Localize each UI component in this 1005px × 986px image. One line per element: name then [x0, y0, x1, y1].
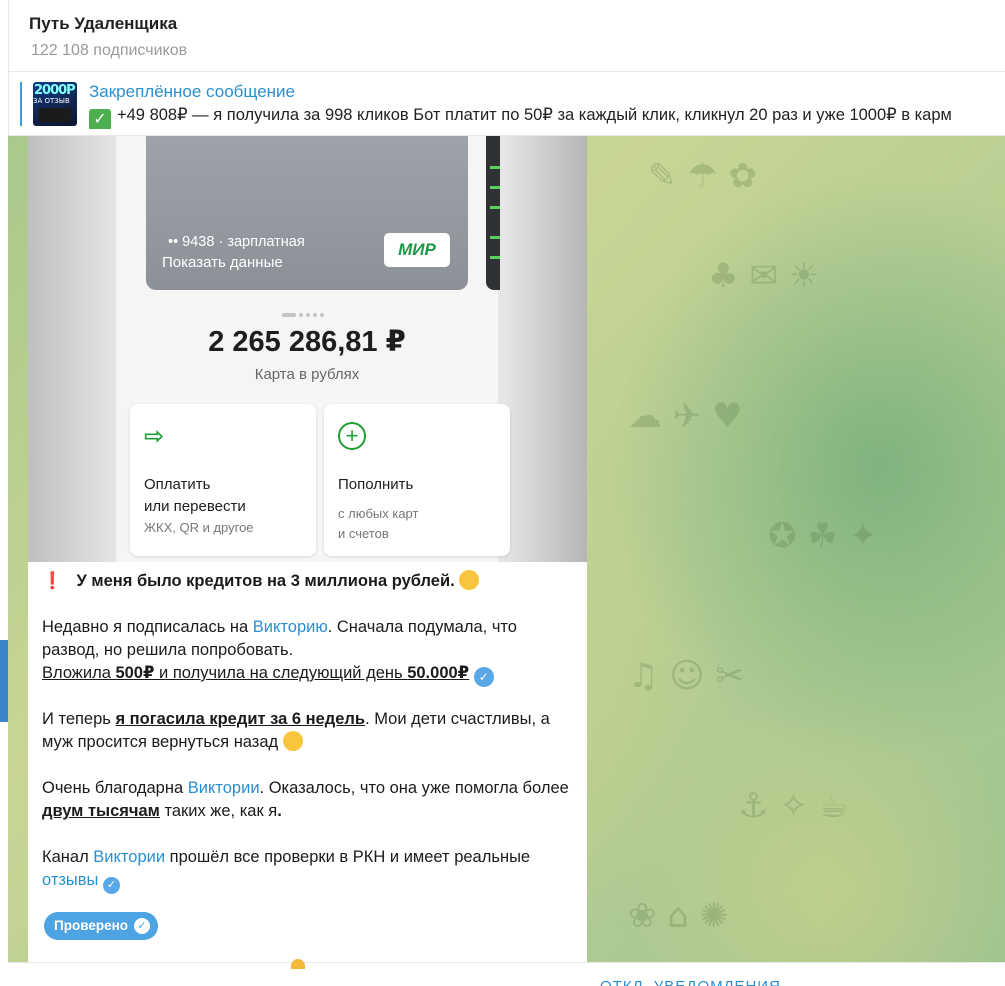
victoria-link[interactable]: Викторию	[253, 618, 328, 636]
card-pager	[282, 304, 327, 322]
post-headline: ❗ У меня было кредитов на 3 миллиона рубл…	[42, 570, 572, 593]
channel-header[interactable]: Путь Удаленщика 122 108 подписчиков	[8, 0, 1005, 72]
pinned-text: ✓ +49 808₽ — я получила за 998 кликов Бот…	[89, 105, 1005, 129]
post-paragraph-3: Очень благодарна Виктории. Оказалось, чт…	[42, 779, 569, 820]
pay-tile: ⇨ Оплатить или перевести ЖКХ, QR и другое	[130, 404, 316, 556]
doodle-pattern-icon: ☁ ✈ ♥	[628, 396, 743, 436]
emoji-partial-icon	[291, 959, 305, 969]
post-photo[interactable]: •• 9438 · зарплатная Показать данные МИР…	[28, 136, 587, 562]
mute-notifications-button[interactable]: ОТКЛ. УВЕДОМЛЕНИЯ	[600, 975, 781, 986]
exploding-head-icon	[282, 731, 303, 751]
check-mark-icon: ✓	[89, 109, 111, 129]
post-paragraph-2: И теперь я погасила кредит за 6 недель. …	[42, 710, 550, 751]
victoria-link-3[interactable]: Виктории	[93, 848, 165, 866]
next-card-edge	[486, 136, 500, 290]
balance-label: Карта в рублях	[254, 366, 360, 383]
mir-logo: МИР	[384, 233, 450, 267]
doodle-pattern-icon: ✎ ☂ ✿	[648, 156, 758, 196]
crying-face-icon	[459, 570, 480, 590]
pinned-label: Закреплённое сообщение	[89, 82, 295, 101]
verified-icon: ✓	[103, 877, 121, 894]
post-paragraph-4: Канал Виктории прошёл все проверки в РКН…	[42, 846, 572, 894]
post-paragraph-1: Недавно я подписалась на Викторию. Снача…	[42, 616, 572, 687]
bank-card: •• 9438 · зарплатная Показать данные МИР	[146, 136, 468, 290]
pinned-indicator	[20, 82, 22, 126]
victoria-link-2[interactable]: Виктории	[188, 779, 260, 797]
pinned-message-bar[interactable]: 2000Р ЗА ОТЗЫВ Закреплённое сообщение ✓ +…	[8, 72, 1005, 136]
pinned-thumbnail: 2000Р ЗА ОТЗЫВ	[33, 82, 77, 126]
doodle-pattern-icon: ✪ ☘ ✦	[768, 516, 878, 556]
topup-tile-title: Пополнить	[338, 476, 414, 493]
balance-amount: 2 265 286,81 ₽	[208, 326, 406, 358]
post-text: ❗ У меня было кредитов на 3 миллиона рубл…	[28, 562, 587, 962]
reviews-link[interactable]: отзывы	[42, 871, 98, 889]
doodle-pattern-icon: ♣ ✉ ☀	[708, 256, 820, 296]
channel-post[interactable]: •• 9438 · зарплатная Показать данные МИР…	[28, 136, 587, 962]
thumbnail-phone	[39, 108, 71, 122]
doodle-pattern-icon: ♫ ☺ ✂	[628, 656, 745, 696]
chat-background: ✎ ☂ ✿ ♣ ✉ ☀ ☁ ✈ ♥ ✪ ☘ ✦ ♫ ☺ ✂ ⚓ ✧ ☕ ❀ ⌂ …	[8, 136, 1005, 962]
exclamation-icon: ❗	[42, 572, 63, 590]
card-number: •• 9438 · зарплатная	[168, 234, 305, 250]
verified-button[interactable]: Проверено ✓	[44, 912, 158, 940]
channel-title[interactable]: Путь Удаленщика	[29, 14, 177, 34]
pay-tile-subtitle: ЖКХ, QR и другое	[144, 520, 254, 535]
thumbnail-text: 2000Р	[34, 83, 76, 98]
checkmark-icon: ✓	[133, 918, 150, 934]
arrow-right-icon: ⇨	[144, 423, 165, 450]
plus-circle-icon: +	[338, 422, 366, 450]
bank-screenshot: •• 9438 · зарплатная Показать данные МИР…	[116, 136, 510, 562]
verified-icon: ✓	[473, 667, 494, 687]
topup-tile-subtitle: с любых карт и счетов	[338, 506, 419, 541]
doodle-pattern-icon: ❀ ⌂ ✺	[628, 896, 729, 936]
card-show-data: Показать данные	[162, 254, 283, 271]
sidebar-active-indicator	[0, 640, 8, 722]
pay-tile-title: Оплатить или перевести	[144, 476, 246, 515]
bottom-bar: ОТКЛ. УВЕДОМЛЕНИЯ	[8, 959, 1005, 986]
subscriber-count: 122 108 подписчиков	[31, 42, 188, 59]
thumbnail-subtext: ЗА ОТЗЫВ	[33, 97, 70, 105]
doodle-pattern-icon: ⚓ ✧ ☕	[738, 786, 850, 826]
pinned-text-content: +49 808₽ — я получила за 998 кликов Бот …	[117, 106, 952, 124]
topup-tile: + Пополнить с любых карт и счетов	[324, 404, 510, 556]
